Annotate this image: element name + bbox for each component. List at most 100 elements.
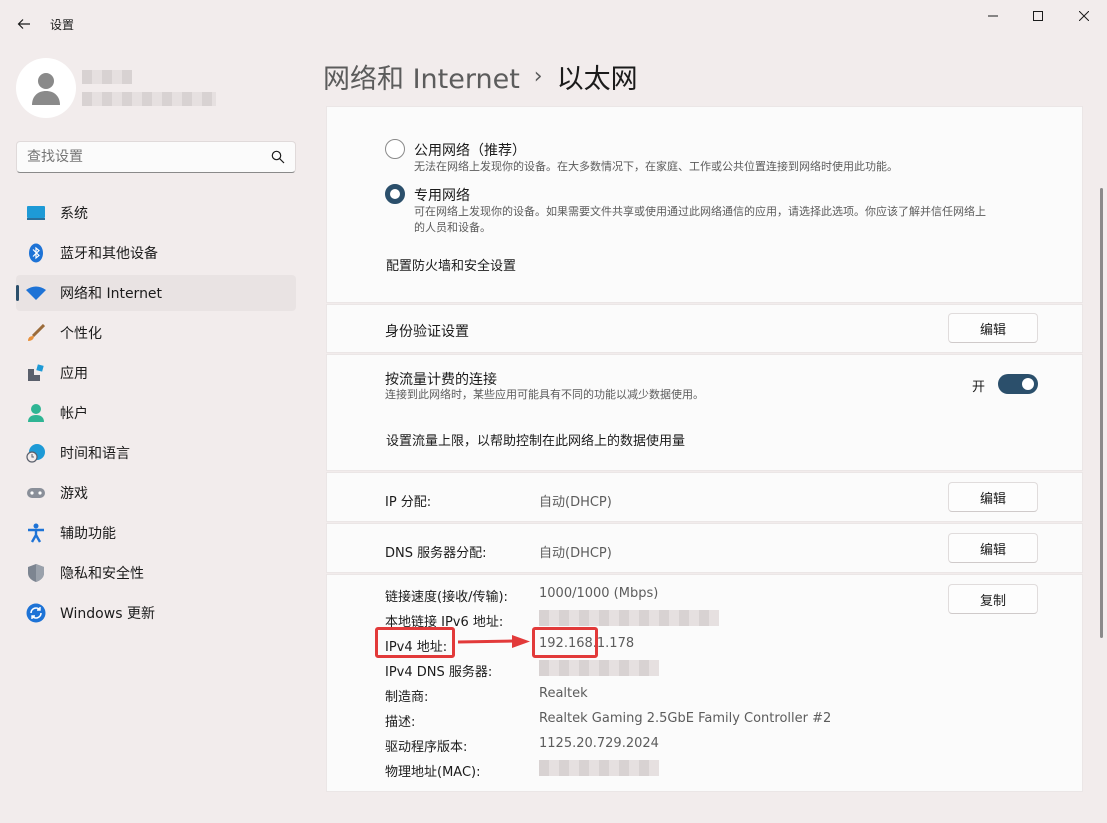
public-network-radio[interactable] [385, 139, 405, 159]
maximize-icon [1033, 11, 1043, 21]
toggle-knob [1022, 378, 1034, 390]
metered-connection-label: 按流量计费的连接 [385, 372, 497, 388]
redacted-mac-value [539, 760, 659, 776]
sidebar-item-label: 网络和 Internet [60, 286, 163, 302]
search-box[interactable] [16, 141, 296, 173]
manufacturer-label: 制造商: [385, 690, 429, 705]
wifi-icon [26, 283, 46, 303]
network-profile-card: 公用网络（推荐） 无法在网络上发现你的设备。在大多数情况下，在家庭、工作或公共位… [326, 106, 1083, 303]
sidebar-item-bluetooth[interactable]: 蓝牙和其他设备 [16, 235, 296, 271]
breadcrumb-parent[interactable]: 网络和 Internet [323, 57, 520, 96]
title-bar: 设置 [0, 0, 1107, 48]
sidebar-item-network[interactable]: 网络和 Internet [16, 275, 296, 311]
copy-button[interactable]: 复制 [948, 584, 1038, 614]
maximize-button[interactable] [1015, 0, 1061, 32]
sidebar-nav: 系统 蓝牙和其他设备 网络和 Internet 个性化 应用 帐户 时间和语言 … [16, 195, 296, 635]
sidebar-item-accessibility[interactable]: 辅助功能 [16, 515, 296, 551]
gamepad-icon [26, 483, 46, 503]
user-avatar-icon [32, 73, 60, 105]
ip-assignment-value: 自动(DHCP) [539, 495, 612, 510]
sidebar-item-label: 帐户 [60, 406, 88, 422]
avatar [16, 58, 76, 118]
description-value: Realtek Gaming 2.5GbE Family Controller … [539, 711, 832, 726]
sidebar-item-accounts[interactable]: 帐户 [16, 395, 296, 431]
redacted-email [82, 92, 216, 106]
redacted-ipv4-dns-value [539, 660, 659, 676]
driver-version-label: 驱动程序版本: [385, 740, 468, 755]
sidebar-item-label: 蓝牙和其他设备 [60, 246, 158, 262]
firewall-settings-link[interactable]: 配置防火墙和安全设置 [386, 255, 516, 274]
account-icon [26, 403, 46, 423]
auth-settings-label: 身份验证设置 [385, 324, 469, 340]
redacted-username [82, 70, 132, 84]
dns-edit-button[interactable]: 编辑 [948, 533, 1038, 563]
private-network-description-line1: 可在网络上发现你的设备。如果需要文件共享或使用通过此网络通信的应用，请选择此选项… [414, 205, 986, 218]
sidebar-item-windows-update[interactable]: Windows 更新 [16, 595, 296, 631]
sidebar-item-personalization[interactable]: 个性化 [16, 315, 296, 351]
sidebar-item-label: 时间和语言 [60, 446, 130, 462]
private-network-description-line2: 的人员和设备。 [414, 221, 491, 234]
brush-icon [26, 323, 46, 343]
properties-card: 复制 链接速度(接收/传输): 1000/1000 (Mbps) 本地链接 IP… [326, 574, 1083, 792]
ip-assignment-label: IP 分配: [385, 495, 432, 510]
sidebar-item-apps[interactable]: 应用 [16, 355, 296, 391]
sidebar-item-label: 隐私和安全性 [60, 566, 144, 582]
metered-connection-card: 按流量计费的连接 连接到此网络时，某些应用可能具有不同的功能以减少数据使用。 开… [326, 354, 1083, 471]
breadcrumb: 网络和 Internet › 以太网 [323, 57, 638, 96]
auth-edit-button[interactable]: 编辑 [948, 313, 1038, 343]
system-icon [26, 203, 46, 223]
manufacturer-value: Realtek [539, 686, 588, 701]
sidebar-item-label: 个性化 [60, 326, 102, 342]
search-icon[interactable] [271, 150, 285, 164]
minimize-button[interactable] [970, 0, 1016, 32]
public-network-description: 无法在网络上发现你的设备。在大多数情况下，在家庭、工作或公共位置连接到网络时使用… [414, 160, 898, 173]
private-network-radio[interactable] [385, 184, 405, 204]
close-button[interactable] [1061, 0, 1107, 32]
close-icon [1079, 11, 1089, 21]
main-content: 公用网络（推荐） 无法在网络上发现你的设备。在大多数情况下，在家庭、工作或公共位… [326, 106, 1083, 792]
sidebar-item-label: 辅助功能 [60, 526, 116, 542]
sidebar-item-time-language[interactable]: 时间和语言 [16, 435, 296, 471]
search-input[interactable] [27, 149, 257, 165]
sidebar-item-privacy[interactable]: 隐私和安全性 [16, 555, 296, 591]
driver-version-value: 1125.20.729.2024 [539, 736, 659, 751]
redacted-ipv6-value [539, 610, 719, 626]
ipv4-value-highlight [532, 627, 598, 658]
sidebar-item-label: Windows 更新 [60, 606, 155, 622]
ipv4-dns-label: IPv4 DNS 服务器: [385, 665, 493, 680]
sidebar-item-label: 游戏 [60, 486, 88, 502]
dns-assignment-value: 自动(DHCP) [539, 546, 612, 561]
ip-edit-button[interactable]: 编辑 [948, 482, 1038, 512]
link-speed-label: 链接速度(接收/传输): [385, 590, 508, 605]
back-button[interactable] [12, 12, 36, 36]
private-network-label: 专用网络 [414, 188, 470, 204]
private-network-description: 可在网络上发现你的设备。如果需要文件共享或使用通过此网络通信的应用，请选择此选项… [414, 204, 1074, 236]
accessibility-icon [26, 523, 46, 543]
back-arrow-icon [17, 19, 30, 29]
data-limit-link[interactable]: 设置流量上限，以帮助控制在此网络上的数据使用量 [386, 430, 685, 449]
annotation-arrow-icon [457, 635, 530, 648]
metered-toggle[interactable] [998, 374, 1038, 394]
sidebar-item-label: 系统 [60, 206, 88, 222]
sidebar-item-gaming[interactable]: 游戏 [16, 475, 296, 511]
metered-connection-description: 连接到此网络时，某些应用可能具有不同的功能以减少数据使用。 [385, 388, 704, 401]
shield-icon [26, 563, 46, 583]
page-title: 以太网 [556, 64, 638, 95]
scrollbar[interactable] [1100, 188, 1103, 638]
update-icon [26, 603, 46, 623]
sidebar-item-system[interactable]: 系统 [16, 195, 296, 231]
sidebar-item-label: 应用 [60, 366, 88, 382]
description-label: 描述: [385, 715, 416, 730]
apps-icon [26, 363, 46, 383]
mac-address-label: 物理地址(MAC): [385, 765, 481, 780]
dns-assignment-label: DNS 服务器分配: [385, 546, 487, 561]
public-network-label: 公用网络（推荐） [414, 143, 526, 159]
auth-settings-card: 身份验证设置 编辑 [326, 304, 1083, 353]
metered-toggle-state: 开 [972, 380, 986, 395]
app-title: 设置 [50, 18, 75, 32]
bluetooth-icon [26, 243, 46, 263]
breadcrumb-separator: › [533, 64, 543, 89]
globe-clock-icon [26, 443, 46, 463]
minimize-icon [988, 15, 998, 17]
link-speed-value: 1000/1000 (Mbps) [539, 586, 659, 601]
